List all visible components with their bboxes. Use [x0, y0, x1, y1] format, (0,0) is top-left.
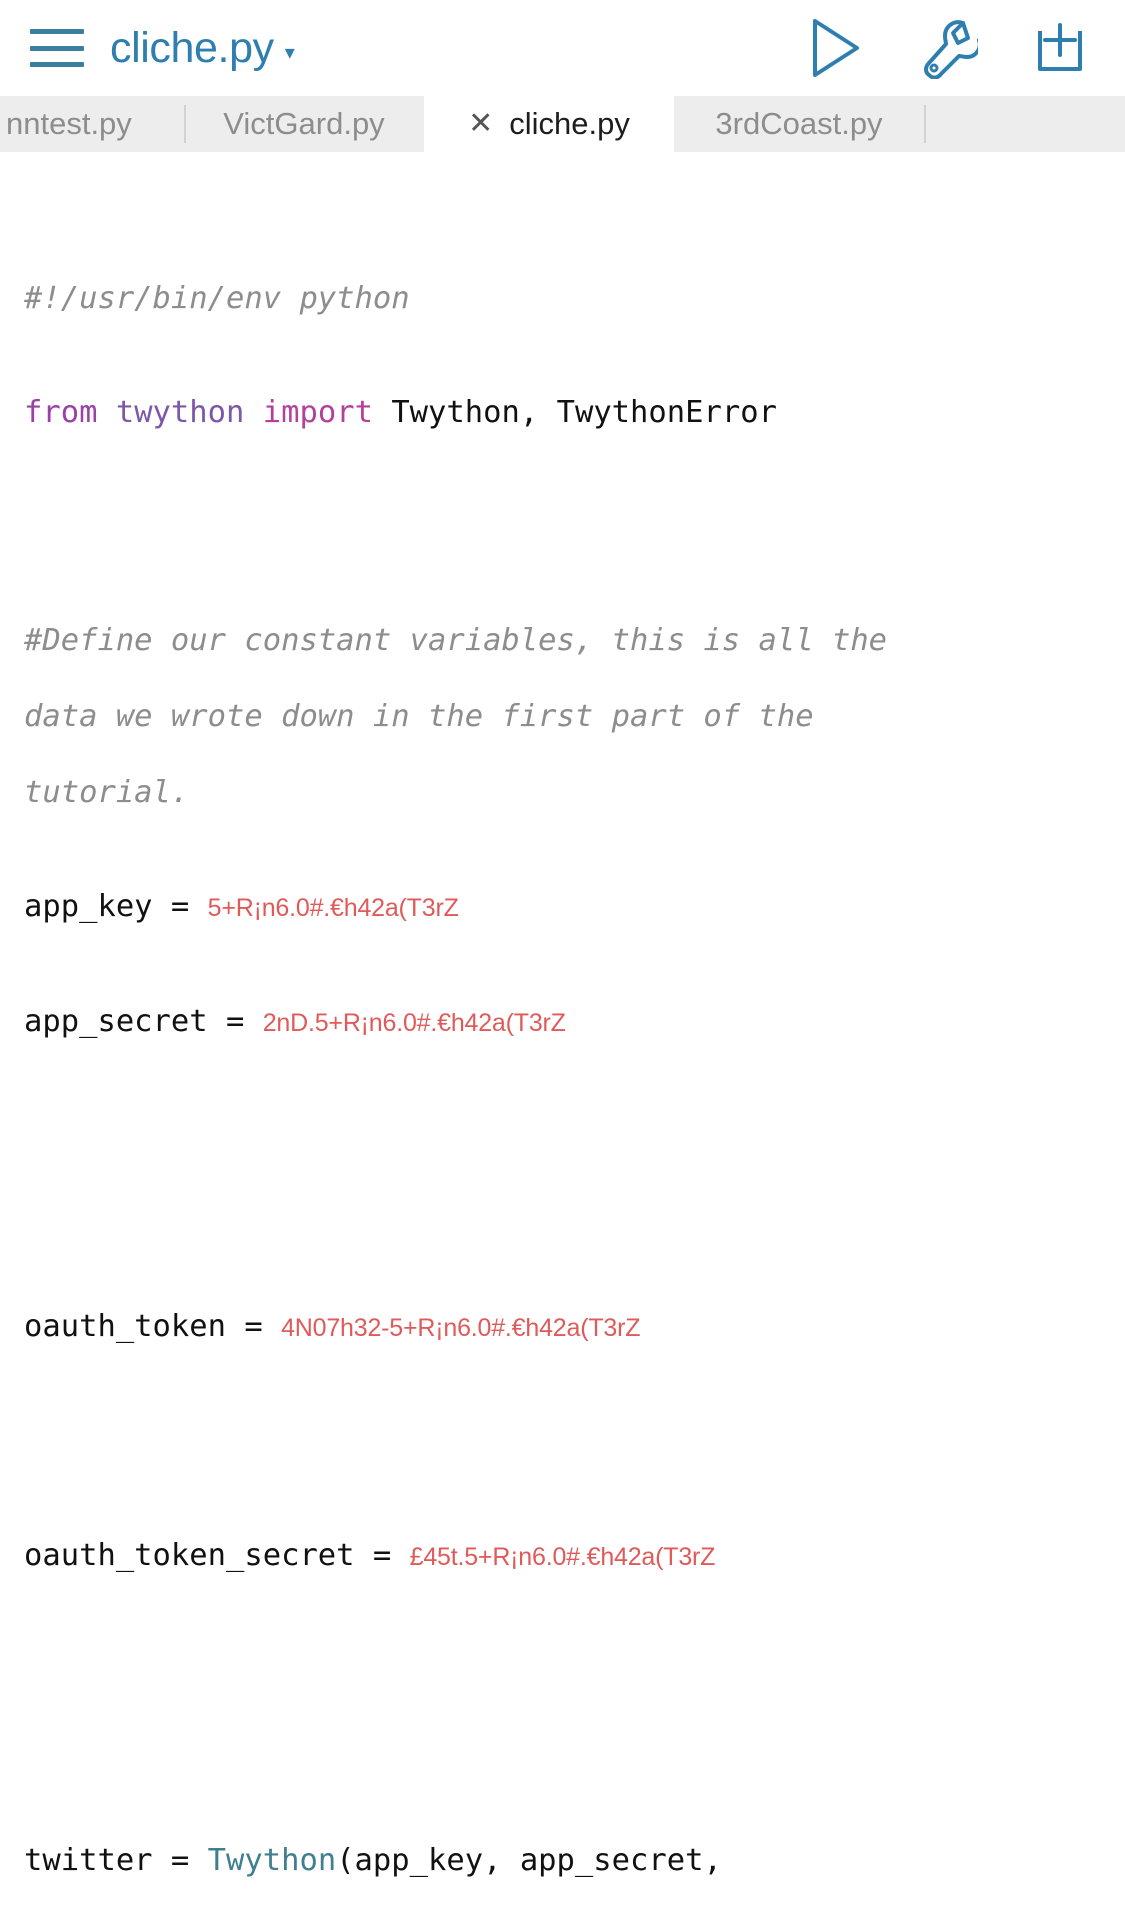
code-line: tutorial. — [24, 774, 1107, 812]
secret-app-secret: 2nD.5+R¡n6.0#.€h42a(T3rZ — [262, 1009, 566, 1037]
twython-args-1: (app_key, app_secret, — [336, 1843, 722, 1878]
secret-oauth-token-secret: £45t.5+R¡n6.0#.€h42a(T3rZ — [409, 1543, 716, 1571]
var-oauth-token-secret: oauth_token_secret = — [24, 1538, 410, 1573]
secret-app-key: 5+R¡n6.0#.€h42a(T3rZ — [207, 894, 459, 922]
module-twython: twython — [115, 395, 245, 430]
page-title: cliche.py — [110, 23, 274, 72]
comment-define-3: tutorial. — [24, 775, 190, 810]
wrench-icon — [924, 20, 978, 79]
code-line: #Define our constant variables, this is … — [24, 622, 1107, 660]
new-file-button[interactable] — [1029, 17, 1091, 79]
var-twitter-assign: twitter = — [24, 1843, 208, 1878]
keyword-from: from — [24, 395, 98, 430]
run-button[interactable] — [805, 17, 867, 79]
var-oauth-token: oauth_token = — [24, 1309, 282, 1344]
code-line-app-secret: app_secret = 2nD.5+R¡n6.0#.€h42a(T3rZ — [24, 1003, 1107, 1042]
editor-tab-bar[interactable]: nntest.py VictGard.py ✕ cliche.py 3rdCoa… — [0, 96, 1125, 152]
play-triangle-icon — [813, 19, 859, 77]
tab-nntest[interactable]: nntest.py — [0, 96, 184, 152]
hamburger-bar — [30, 62, 84, 67]
add-file-icon — [1038, 23, 1082, 71]
tab-victgard[interactable]: VictGard.py — [184, 96, 424, 152]
tab-3rdcoast[interactable]: 3rdCoast.py — [674, 96, 924, 152]
app-header: cliche.py ▾ — [0, 0, 1125, 96]
code-line: from twython import Twython, TwythonErro… — [24, 394, 1107, 432]
code-line-app-key: app_key = 5+R¡n6.0#.€h42a(T3rZ — [24, 888, 1107, 927]
code-line-oauth-token-secret: oauth_token_secret = £45t.5+R¡n6.0#.€h42… — [24, 1537, 1107, 1576]
tab-label: VictGard.py — [223, 106, 385, 141]
tab-label: cliche.py — [509, 106, 630, 141]
identifier-twythonerror: TwythonError — [556, 395, 777, 430]
keyword-import: import — [262, 395, 373, 430]
call-twython: Twython — [207, 1843, 337, 1878]
tab-label: 3rdCoast.py — [715, 106, 883, 141]
tab-bar-filler — [924, 96, 1125, 152]
tab-label: nntest.py — [6, 106, 132, 141]
code-editor[interactable]: #!/usr/bin/env python from twython impor… — [0, 152, 1125, 1922]
comment-define-2: data we wrote down in the first part of … — [24, 699, 814, 734]
var-app-secret: app_secret = — [24, 1004, 263, 1039]
comment-define-1: #Define our constant variables, this is … — [24, 623, 888, 658]
hamburger-bar — [30, 29, 84, 34]
code-line: #!/usr/bin/env python — [24, 280, 1107, 318]
tools-button[interactable] — [917, 17, 979, 79]
hamburger-menu-icon[interactable] — [30, 26, 84, 70]
var-app-key: app_key = — [24, 889, 208, 924]
chevron-down-icon[interactable]: ▾ — [285, 40, 295, 65]
code-line-oauth-token: oauth_token = 4N07h32-5+R¡n6.0#.€h42a(T3… — [24, 1308, 1107, 1347]
file-title-dropdown[interactable]: cliche.py ▾ — [110, 23, 295, 72]
code-line: data we wrote down in the first part of … — [24, 698, 1107, 736]
close-icon[interactable]: ✕ — [468, 109, 493, 139]
code-line-twitter-init: twitter = Twython(app_key, app_secret, — [24, 1842, 1107, 1880]
comment-shebang: #!/usr/bin/env python — [24, 281, 410, 316]
identifier-twython: Twython, — [391, 395, 539, 430]
code-line-twitter-init-cont: oauth_token, oauth_token_secret) — [24, 1918, 1107, 1922]
hamburger-bar — [30, 45, 84, 51]
header-actions — [805, 17, 1097, 79]
tab-cliche[interactable]: ✕ cliche.py — [424, 96, 674, 152]
secret-oauth-token: 4N07h32-5+R¡n6.0#.€h42a(T3rZ — [281, 1314, 641, 1342]
